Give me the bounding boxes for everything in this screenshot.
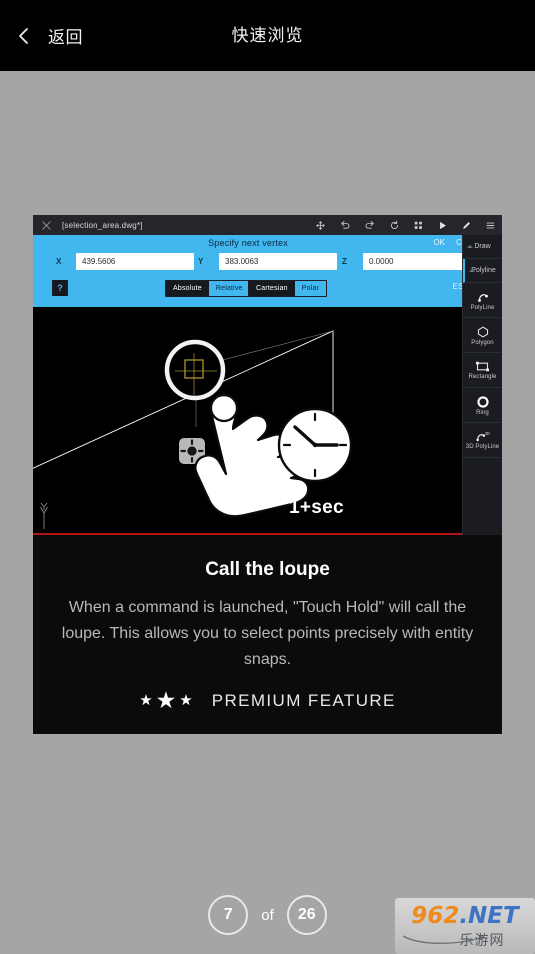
close-icon[interactable] — [41, 220, 52, 231]
tool-rectangle-label: Rectangle — [468, 374, 497, 380]
tutorial-card: [selection_area.dwg*] Specify next verte… — [33, 215, 502, 734]
cad-command-bar: Specify next vertex OK Cancel X Y Z ? Ab… — [33, 235, 502, 307]
watermark-secondary: .NET — [459, 903, 519, 929]
rectangle-icon — [476, 361, 489, 372]
redo-icon[interactable] — [364, 220, 376, 231]
premium-feature-label: PREMIUM FEATURE — [211, 690, 396, 710]
toggle-absolute[interactable]: Absolute — [166, 281, 209, 296]
drawing-illustration — [33, 330, 353, 529]
hamburger-menu-icon[interactable] — [485, 220, 496, 231]
toggle-relative[interactable]: Relative — [208, 281, 250, 296]
coordinate-mode-toggle[interactable]: Absolute Relative — [165, 280, 251, 297]
polyline-icon — [477, 293, 488, 302]
premium-badge: ★ ★ ★ PREMIUM FEATURE — [33, 689, 502, 712]
ucs-axis-marker — [40, 502, 48, 529]
total-page-number: 26 — [286, 895, 327, 935]
back-label: 返回 — [48, 28, 83, 47]
tutorial-text-block: Call the loupe When a command is launche… — [33, 535, 502, 734]
z-label: Z — [342, 257, 347, 266]
app-header: 返回 快速浏览 — [0, 0, 535, 71]
site-watermark: 962.NET 乐游网 — [395, 898, 535, 954]
move-icon[interactable] — [315, 220, 326, 231]
y-label: Y — [198, 257, 204, 266]
cad-tool-rail: Draw Polyline PolyLine Polygon Rectangle… — [462, 235, 502, 535]
toggle-cartesian[interactable]: Cartesian — [249, 281, 295, 296]
tool-polygon[interactable]: Polygon — [463, 318, 502, 353]
cad-filename: [selection_area.dwg*] — [62, 220, 143, 230]
star-icon: ★ — [139, 692, 153, 709]
coordinate-row: X Y Z — [33, 253, 502, 275]
hold-duration-label: 1+sec — [289, 497, 344, 518]
tool-ring[interactable]: Ring — [463, 388, 502, 423]
chevron-left-icon — [19, 27, 28, 44]
loupe-magnifier — [164, 339, 226, 401]
polyline-3d-icon: 3D — [475, 431, 490, 442]
rail-section-draw[interactable]: Draw — [463, 235, 502, 259]
back-button[interactable]: 返回 — [14, 0, 83, 71]
tool-ring-label: Ring — [476, 409, 489, 416]
watermark-brand: 962.NET — [395, 903, 535, 929]
undo-icon[interactable] — [339, 220, 351, 231]
tutorial-title: Call the loupe — [205, 559, 330, 580]
cad-screenshot: [selection_area.dwg*] Specify next verte… — [33, 215, 502, 535]
pencil-icon[interactable] — [461, 220, 472, 231]
rail-section-draw-label: Draw — [474, 243, 491, 250]
rail-section-polyline[interactable]: Polyline — [463, 259, 502, 283]
cad-titlebar: [selection_area.dwg*] — [33, 215, 502, 235]
polygon-icon — [477, 325, 488, 338]
tool-polygon-label: Polygon — [471, 339, 494, 346]
tool-polyline[interactable]: PolyLine — [463, 283, 502, 318]
clock-icon — [277, 407, 353, 483]
watermark-chinese: 乐游网 — [459, 932, 505, 948]
tutorial-description: When a command is launched, "Touch Hold"… — [61, 599, 474, 668]
command-prompt: Specify next vertex — [208, 238, 288, 248]
play-icon[interactable] — [437, 220, 448, 231]
svg-text:3D: 3D — [484, 431, 489, 436]
page-body: [selection_area.dwg*] Specify next verte… — [0, 71, 535, 954]
current-page-number: 7 — [208, 895, 249, 935]
x-input[interactable] — [76, 253, 194, 270]
cad-toolbar — [315, 215, 496, 235]
watermark-primary: 962 — [411, 903, 460, 929]
tool-rectangle[interactable]: Rectangle — [463, 353, 502, 388]
coordinate-system-toggle[interactable]: Cartesian Polar — [248, 280, 328, 297]
pager-of-label: of — [261, 906, 274, 924]
tool-3d-polyline[interactable]: 3D 3D PolyLine — [463, 423, 502, 458]
toggle-polar[interactable]: Polar — [294, 281, 327, 296]
tool-polyline-label: PolyLine — [470, 304, 495, 311]
help-button[interactable]: ? — [52, 280, 68, 296]
ring-icon — [476, 395, 489, 408]
star-icon: ★ — [179, 692, 193, 709]
chevron-up-icon — [469, 269, 475, 272]
star-icon: ★ — [155, 687, 177, 713]
tool-3d-polyline-label: 3D PolyLine — [465, 444, 500, 450]
x-label: X — [56, 257, 62, 266]
ok-button[interactable]: OK — [433, 238, 445, 247]
grid-icon[interactable] — [413, 220, 424, 231]
cad-drawing-canvas[interactable]: 1+sec — [33, 307, 463, 535]
y-input[interactable] — [219, 253, 337, 270]
refresh-icon[interactable] — [389, 220, 400, 231]
chevron-up-icon — [467, 245, 473, 248]
